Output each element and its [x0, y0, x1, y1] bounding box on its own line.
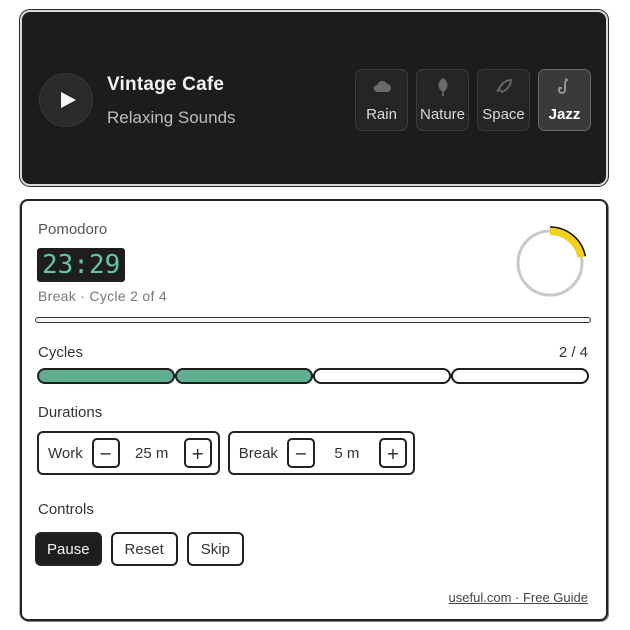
cycle-divider-icon: [307, 370, 319, 382]
play-button[interactable]: [39, 73, 93, 127]
sound-selector: Rain Nature Space Jazz: [355, 69, 591, 131]
sound-tile-label: Jazz: [548, 106, 581, 123]
cycle-divider-icon: [445, 370, 457, 382]
sound-tile-jazz[interactable]: Jazz: [538, 69, 591, 131]
sound-tile-rain[interactable]: Rain: [355, 69, 408, 131]
cycle-segment: [175, 368, 313, 384]
break-increment-button[interactable]: +: [378, 438, 407, 468]
break-duration-label: Break: [238, 444, 278, 462]
rocket-icon: [493, 76, 515, 98]
phase-status: Break · Cycle 2 of 4: [38, 288, 167, 304]
cycle-segment: [313, 368, 451, 384]
work-duration-value: 25 m: [135, 444, 169, 462]
controls-label: Controls: [38, 501, 94, 518]
play-icon: [60, 92, 76, 108]
cycles-label: Cycles: [38, 344, 84, 361]
track-title: Vintage Cafe: [107, 74, 225, 95]
sound-tile-label: Rain: [366, 106, 397, 123]
sound-tile-label: Nature: [419, 106, 466, 123]
reset-button[interactable]: Reset: [110, 532, 178, 566]
saxophone-icon: [554, 76, 576, 98]
cycle-segment: [451, 368, 589, 384]
controls-row: Pause Reset Skip: [35, 532, 244, 566]
cycle-segment: [37, 368, 175, 384]
sound-tile-label: Space: [482, 106, 525, 123]
work-increment-button[interactable]: +: [183, 438, 212, 468]
music-player-card: Vintage Cafe Relaxing Sounds Rain Nature…: [20, 10, 608, 186]
sound-tile-nature[interactable]: Nature: [416, 69, 469, 131]
pomodoro-card: Pomodoro 23:29 Break · Cycle 2 of 4 Cycl…: [20, 199, 608, 621]
progress-ring: [516, 226, 587, 297]
cycles-count: 2 / 4: [558, 344, 588, 361]
footer-link[interactable]: useful.com · Free Guide: [449, 590, 588, 605]
skip-button[interactable]: Skip: [186, 532, 244, 566]
pause-button[interactable]: Pause: [35, 532, 102, 566]
leaf-icon: [432, 76, 454, 98]
cloud-icon: [371, 76, 393, 98]
timer-display: 23:29: [37, 248, 126, 282]
break-decrement-button[interactable]: −: [286, 438, 315, 468]
pomodoro-label: Pomodoro: [38, 221, 108, 238]
work-duration-label: Work: [48, 444, 83, 462]
break-duration-value: 5 m: [334, 444, 360, 462]
sound-tile-space[interactable]: Space: [477, 69, 530, 131]
work-decrement-button[interactable]: −: [91, 438, 120, 468]
durations-label: Durations: [38, 404, 103, 421]
cycle-divider-icon: [169, 370, 181, 382]
work-duration-control: Work − 25 m +: [37, 431, 220, 475]
timer-progress-track: [35, 317, 591, 323]
progress-ring-arc: [549, 227, 586, 258]
break-duration-control: Break − 5 m +: [227, 431, 415, 475]
durations-row: Work − 25 m + Break − 5 m +: [37, 431, 415, 475]
track-subtitle: Relaxing Sounds: [107, 108, 236, 127]
cycles-bar: [37, 367, 589, 385]
